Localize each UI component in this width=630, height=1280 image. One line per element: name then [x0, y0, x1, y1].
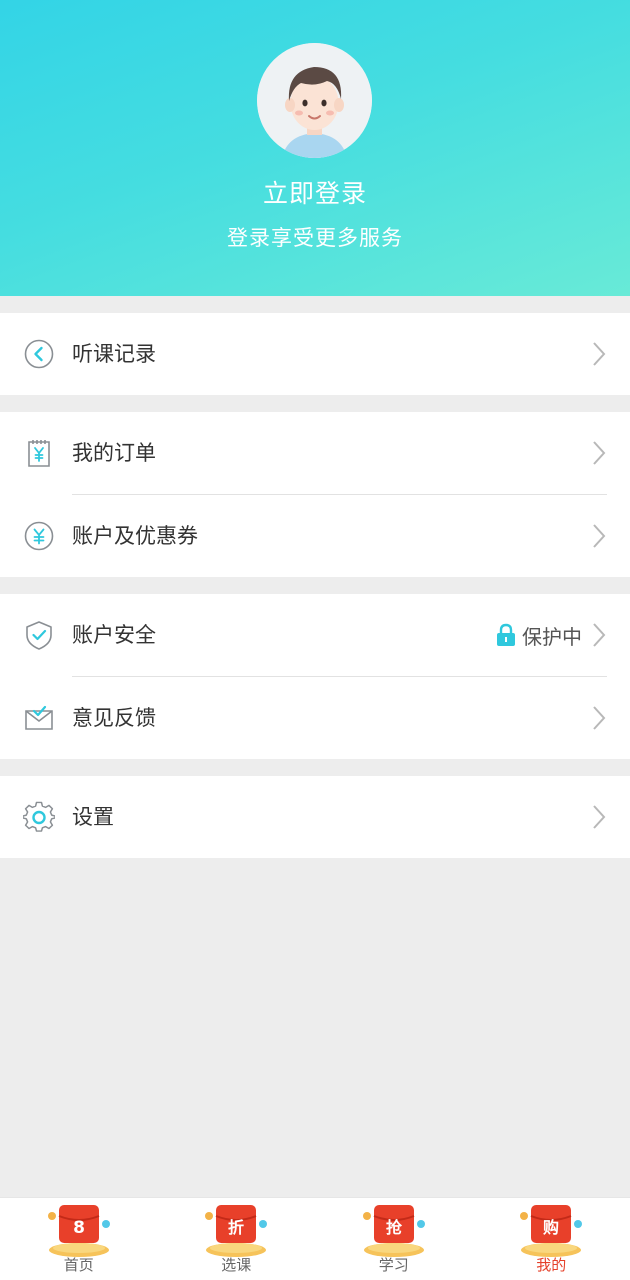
- envelope-icon: [25, 705, 53, 730]
- chevron-right-icon: [593, 706, 606, 730]
- gear-icon: [23, 801, 55, 832]
- tab-study[interactable]: 抢 学习: [315, 1198, 473, 1280]
- menu-item-orders[interactable]: 我的订单: [0, 412, 630, 494]
- menu-item-history[interactable]: 听课记录: [0, 313, 630, 395]
- menu-label-history: 听课记录: [72, 342, 156, 366]
- badge-char: 8: [73, 1218, 85, 1238]
- red-envelope-promo-icon: 抢: [362, 1205, 425, 1257]
- badge-char: 购: [543, 1218, 559, 1237]
- profile-header: 立即登录 登录享受更多服务: [0, 0, 630, 296]
- chevron-right-icon: [593, 623, 606, 647]
- bottom-tab-bar: 8 首页 折 选课 抢 学习 购 我的: [0, 1197, 630, 1280]
- tab-home[interactable]: 8 首页: [0, 1198, 158, 1280]
- red-envelope-promo-icon: 折: [205, 1205, 268, 1257]
- tab-label-home: 首页: [63, 1256, 94, 1274]
- menu-label-orders: 我的订单: [72, 441, 156, 465]
- chevron-right-icon: [593, 805, 606, 829]
- security-status: 保护中: [496, 594, 582, 676]
- menu-item-feedback[interactable]: 意见反馈: [0, 677, 630, 759]
- red-envelope-promo-icon: 8: [47, 1205, 110, 1257]
- chevron-right-icon: [593, 524, 606, 548]
- chevron-right-icon: [593, 441, 606, 465]
- tab-label-courses: 选课: [221, 1256, 252, 1274]
- tab-label-study: 学习: [378, 1256, 409, 1274]
- tab-courses[interactable]: 折 选课: [158, 1198, 316, 1280]
- default-avatar-icon: [257, 43, 372, 158]
- menu-group-settings: 设置: [0, 776, 630, 858]
- menu-group-security: 账户安全 保护中 意见反馈: [0, 594, 630, 759]
- tab-label-mine: 我的: [536, 1256, 567, 1274]
- login-title[interactable]: 立即登录: [0, 174, 630, 210]
- menu-group-orders: 我的订单 账户及优惠券: [0, 412, 630, 577]
- menu-label-coupons: 账户及优惠券: [72, 524, 198, 548]
- menu-item-coupons[interactable]: 账户及优惠券: [0, 495, 630, 577]
- shield-check-icon: [26, 621, 52, 650]
- badge-char: 抢: [386, 1218, 403, 1237]
- tab-mine[interactable]: 购 我的: [473, 1198, 630, 1280]
- menu-label-settings: 设置: [72, 805, 114, 829]
- receipt-yuan-icon: [28, 440, 50, 467]
- chevron-right-icon: [593, 342, 606, 366]
- menu-group-history: 听课记录: [0, 313, 630, 395]
- menu-item-security[interactable]: 账户安全 保护中: [0, 594, 630, 676]
- security-status-text: 保护中: [522, 624, 582, 649]
- red-envelope-promo-icon: 购: [520, 1205, 583, 1257]
- menu-item-settings[interactable]: 设置: [0, 776, 630, 858]
- yuan-circle-icon: [24, 521, 54, 551]
- lock-icon: [497, 623, 515, 646]
- avatar[interactable]: [257, 43, 372, 158]
- profile-page: 立即登录 登录享受更多服务 听课记录 我的订单 账户及优惠券 账户安全 保护中 …: [0, 0, 630, 1280]
- menu-label-security: 账户安全: [72, 623, 156, 647]
- login-subtitle: 登录享受更多服务: [227, 226, 403, 250]
- badge-char: 折: [228, 1218, 244, 1237]
- clock-back-icon: [24, 339, 54, 369]
- menu-label-feedback: 意见反馈: [72, 706, 156, 730]
